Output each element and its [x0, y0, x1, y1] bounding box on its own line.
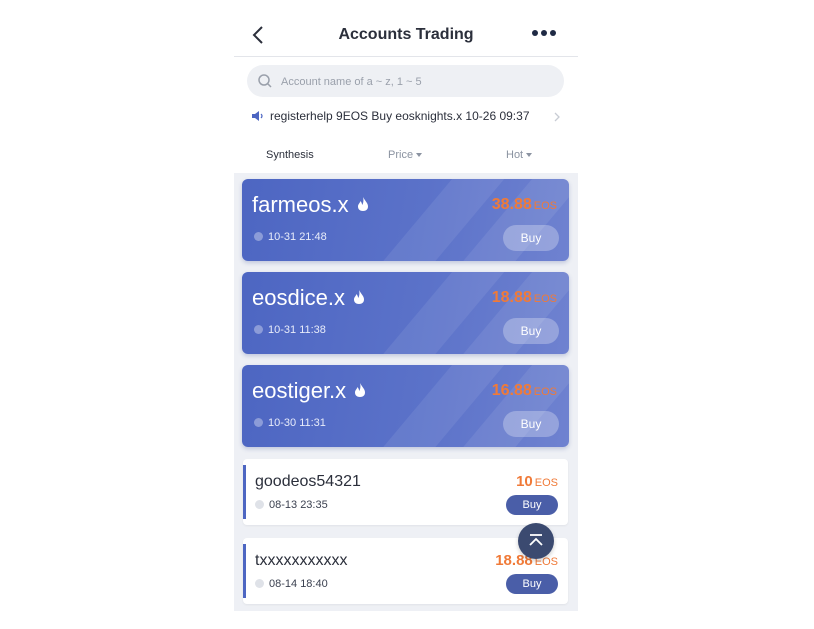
time-text: 10-31 21:48: [268, 231, 327, 243]
clock-icon: [255, 500, 264, 509]
search-bar[interactable]: [247, 65, 564, 99]
time-text: 10-30 11:31: [268, 417, 326, 429]
speaker-icon: [252, 111, 263, 121]
tab-hot[interactable]: Hot: [506, 149, 533, 161]
account-listing-card[interactable]: goodeos54321 08-13 23:35 10 EOS Buy: [243, 459, 568, 525]
buy-button[interactable]: Buy: [503, 225, 559, 251]
price-unit: EOS: [534, 477, 558, 489]
price-amount: 16.88: [491, 382, 532, 399]
account-name: txxxxxxxxxxx: [255, 552, 348, 569]
account-name-row: eostiger.x: [252, 378, 366, 404]
card-accent: [243, 544, 246, 598]
price-amount: 38.88: [491, 196, 532, 213]
card-accent: [243, 465, 246, 519]
tab-label: Synthesis: [266, 149, 314, 161]
account-name: eosdice.x: [252, 285, 345, 310]
featured-account-card[interactable]: eosdice.x 10-31 11:38 18.88 EOS Buy: [242, 272, 569, 354]
buy-button[interactable]: Buy: [503, 318, 559, 344]
fire-icon: [357, 197, 368, 211]
more-dots-icon: [541, 30, 547, 36]
account-name-row: eosdice.x: [252, 285, 365, 311]
clock-icon: [254, 232, 263, 241]
account-name: goodeos54321: [255, 473, 361, 490]
search-icon: [258, 74, 272, 88]
account-name-row: farmeos.x: [252, 192, 369, 218]
fire-icon: [353, 290, 364, 304]
chevron-right-icon: [554, 112, 560, 122]
app-screen: Accounts Trading registerhelp 9EOS Buy e…: [234, 0, 578, 611]
listing-time: 08-14 18:40: [255, 578, 328, 590]
tab-price[interactable]: Price: [388, 149, 423, 161]
time-text: 08-14 18:40: [269, 578, 328, 590]
buy-button[interactable]: Buy: [506, 574, 558, 594]
account-name: eostiger.x: [252, 378, 347, 403]
listing-time: 10-31 11:38: [254, 324, 326, 336]
account-name: farmeos.x: [252, 192, 349, 217]
time-text: 08-13 23:35: [269, 499, 328, 511]
price-unit: EOS: [533, 293, 557, 305]
notice-text: registerhelp 9EOS Buy eosknights.x 10-26…: [270, 109, 530, 123]
more-dots-icon: [532, 30, 538, 36]
more-button[interactable]: [532, 30, 560, 40]
featured-account-card[interactable]: farmeos.x 10-31 21:48 38.88 EOS Buy: [242, 179, 569, 261]
caret-down-icon: [416, 153, 423, 158]
price-unit: EOS: [533, 200, 557, 212]
page-title: Accounts Trading: [338, 26, 474, 43]
sort-tabs: Synthesis Price Hot: [234, 140, 578, 170]
more-dots-icon: [550, 30, 556, 36]
listing-time: 08-13 23:35: [255, 499, 328, 511]
featured-account-card[interactable]: eostiger.x 10-30 11:31 16.88 EOS Buy: [242, 365, 569, 447]
price: 10 EOS: [516, 473, 558, 491]
nav-bar: Accounts Trading: [234, 0, 578, 57]
fire-icon: [355, 383, 366, 397]
price: 38.88 EOS: [492, 196, 557, 214]
search-input[interactable]: [279, 65, 553, 99]
caret-down-icon: [526, 153, 533, 158]
price-amount: 10: [516, 473, 533, 490]
notice-bar[interactable]: registerhelp 9EOS Buy eosknights.x 10-26…: [251, 108, 561, 126]
listing-time: 10-30 11:31: [254, 417, 326, 429]
time-text: 10-31 11:38: [268, 324, 326, 336]
buy-button[interactable]: Buy: [503, 411, 559, 437]
price: 18.88 EOS: [492, 289, 557, 307]
clock-icon: [254, 418, 263, 427]
price-amount: 18.88: [491, 289, 532, 306]
clock-icon: [254, 325, 263, 334]
buy-button[interactable]: Buy: [506, 495, 558, 515]
clock-icon: [255, 579, 264, 588]
tab-synthesis[interactable]: Synthesis: [266, 149, 314, 161]
scroll-top-icon: [529, 534, 543, 546]
price-unit: EOS: [533, 386, 557, 398]
listing-time: 10-31 21:48: [254, 231, 327, 243]
scroll-to-top-button[interactable]: [518, 523, 554, 559]
price: 16.88 EOS: [492, 382, 557, 400]
tab-label: Price: [388, 149, 414, 161]
tab-label: Hot: [506, 149, 524, 161]
